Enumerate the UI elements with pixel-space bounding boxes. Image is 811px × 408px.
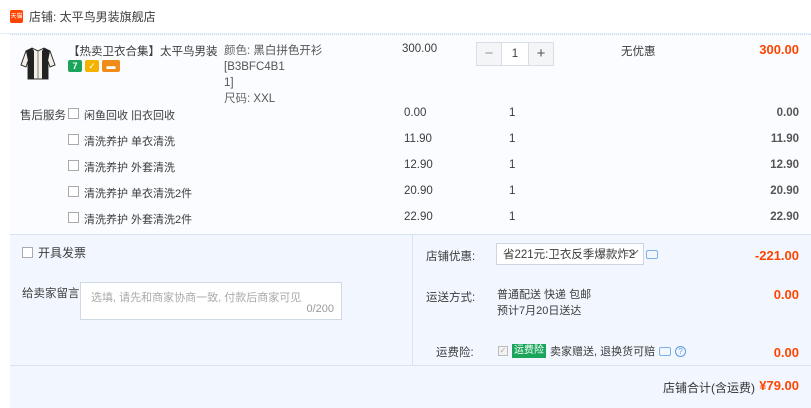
shop-icon: 天猫 xyxy=(10,10,23,23)
service-row: 清洗养护 外套清洗 12.90 1 12.90 xyxy=(10,157,811,177)
insurance-text: 卖家赠送, 退换货可赔 xyxy=(550,346,656,358)
coupon-label: 店铺优惠: xyxy=(426,251,476,263)
service-checkbox[interactable] xyxy=(68,212,79,223)
service-qty: 1 xyxy=(509,185,516,197)
service-price: 20.90 xyxy=(404,185,433,197)
seven-day-return-badge[interactable]: 7 xyxy=(68,60,82,72)
message-char-count: 0/200 xyxy=(306,303,334,315)
coupon-amount: -221.00 xyxy=(754,248,799,263)
service-name: 清洗养护 单衣清洗2件 xyxy=(84,188,193,200)
help-icon[interactable]: ? xyxy=(675,345,687,357)
message-placeholder: 选填, 请先和商家协商一致, 付款后商家可见 xyxy=(91,292,302,304)
service-qty: 1 xyxy=(509,133,516,145)
service-price: 0.00 xyxy=(404,107,427,119)
service-price: 11.90 xyxy=(404,133,432,145)
shop-total-value: ¥79.00 xyxy=(759,378,799,393)
service-checkbox[interactable] xyxy=(68,108,79,119)
service-subtotal: 20.90 xyxy=(770,185,799,197)
service-row: 清洗养护 单衣清洗2件 20.90 1 20.90 xyxy=(10,183,811,203)
insurance-amount: 0.00 xyxy=(773,345,799,360)
insurance-badge: 运费险 xyxy=(512,344,546,358)
shipping-amount: 0.00 xyxy=(773,287,799,302)
service-checkbox[interactable] xyxy=(68,160,79,171)
coupon-select-value: 省221元:卫衣反季爆款炸2 xyxy=(503,249,636,261)
service-subtotal: 12.90 xyxy=(770,159,799,171)
message-label: 给卖家留言: xyxy=(22,288,83,300)
service-row: 清洗养护 外套清洗2件 22.90 1 22.90 xyxy=(10,209,811,229)
shop-total-row: 店铺合计(含运费) ¥79.00 xyxy=(10,365,811,408)
product-sku: 颜色: 黑白拼色开衫[B3BFC4B1 1] 尺码: XXL xyxy=(224,43,374,107)
service-name: 清洗养护 外套清洗 xyxy=(84,162,176,174)
quantity-increase-button[interactable]: + xyxy=(529,43,553,65)
shipping-method: 普通配送 快递 包邮 xyxy=(497,289,592,301)
product-badges: 7 ✓ ▬ xyxy=(68,60,120,72)
insurance-info-icon[interactable] xyxy=(659,346,672,356)
service-price: 22.90 xyxy=(404,211,433,223)
service-subtotal: 0.00 xyxy=(776,107,799,119)
insurance-label: 运费险: xyxy=(436,347,474,359)
service-row: 清洗养护 单衣清洗 11.90 1 11.90 xyxy=(10,131,811,151)
sku-color-value-wrap: 1] xyxy=(224,77,234,89)
shipping-label: 运送方式: xyxy=(426,292,476,304)
service-name: 闲鱼回收 旧衣回收 xyxy=(84,110,176,122)
service-subtotal: 22.90 xyxy=(770,211,799,223)
coupon-info-icon[interactable] xyxy=(646,250,658,259)
product-title-link[interactable]: 【热卖卫衣合集】太平鸟男装 ... xyxy=(68,43,218,59)
quantity-decrease-button[interactable]: − xyxy=(477,43,501,65)
order-item-block: 【热卖卫衣合集】太平鸟男装 ... 7 ✓ ▬ 颜色: 黑白拼色开衫[B3BFC… xyxy=(10,34,811,234)
shop-total-label: 店铺合计(含运费) xyxy=(663,381,755,395)
unit-price: 300.00 xyxy=(402,43,438,55)
product-row: 【热卖卫衣合集】太平鸟男装 ... 7 ✓ ▬ 颜色: 黑白拼色开衫[B3BFC… xyxy=(10,35,811,105)
quantity-input[interactable]: 1 xyxy=(501,43,529,65)
shipping-eta: 预计7月20日送达 xyxy=(497,305,582,317)
service-qty: 1 xyxy=(509,107,516,119)
invoice-option[interactable]: 开具发票 xyxy=(22,244,86,261)
insurance-option: ✓ 运费险 卖家赠送, 退换货可赔 ? xyxy=(498,343,687,359)
service-checkbox[interactable] xyxy=(68,186,79,197)
insurance-checkbox[interactable]: ✓ xyxy=(498,346,508,356)
sku-size-value: XXL xyxy=(253,93,276,105)
coupon-select[interactable]: 省221元:卫衣反季爆款炸2 xyxy=(496,243,644,265)
invoice-label: 开具发票 xyxy=(38,246,87,260)
service-qty: 1 xyxy=(509,211,516,223)
order-options-panel: 开具发票 给卖家留言: 选填, 请先和商家协商一致, 付款后商家可见 0/200… xyxy=(10,234,811,408)
item-discount: 无优惠 xyxy=(621,46,656,58)
service-row: 闲鱼回收 旧衣回收 0.00 1 0.00 xyxy=(10,105,811,125)
shop-name-link[interactable]: 店铺: 太平鸟男装旗舰店 xyxy=(29,8,156,25)
service-name: 清洗养护 单衣清洗 xyxy=(84,136,176,148)
product-thumbnail[interactable] xyxy=(18,43,58,83)
card-badge[interactable]: ▬ xyxy=(102,60,120,72)
seller-message-input[interactable]: 选填, 请先和商家协商一致, 付款后商家可见 0/200 xyxy=(80,282,342,320)
service-subtotal: 11.90 xyxy=(770,133,799,145)
service-name: 清洗养护 外套清洗2件 xyxy=(84,214,193,226)
invoice-checkbox[interactable] xyxy=(22,247,33,258)
service-checkbox[interactable] xyxy=(68,134,79,145)
service-price: 12.90 xyxy=(404,159,433,171)
service-qty: 1 xyxy=(509,159,516,171)
sku-size-label: 尺码: xyxy=(224,93,251,105)
sku-color-label: 颜色: xyxy=(224,45,251,57)
quantity-stepper: − 1 + xyxy=(476,42,554,66)
guarantee-badge[interactable]: ✓ xyxy=(85,60,99,72)
item-subtotal: 300.00 xyxy=(759,42,799,57)
shop-header: 天猫 店铺: 太平鸟男装旗舰店 xyxy=(0,0,811,34)
